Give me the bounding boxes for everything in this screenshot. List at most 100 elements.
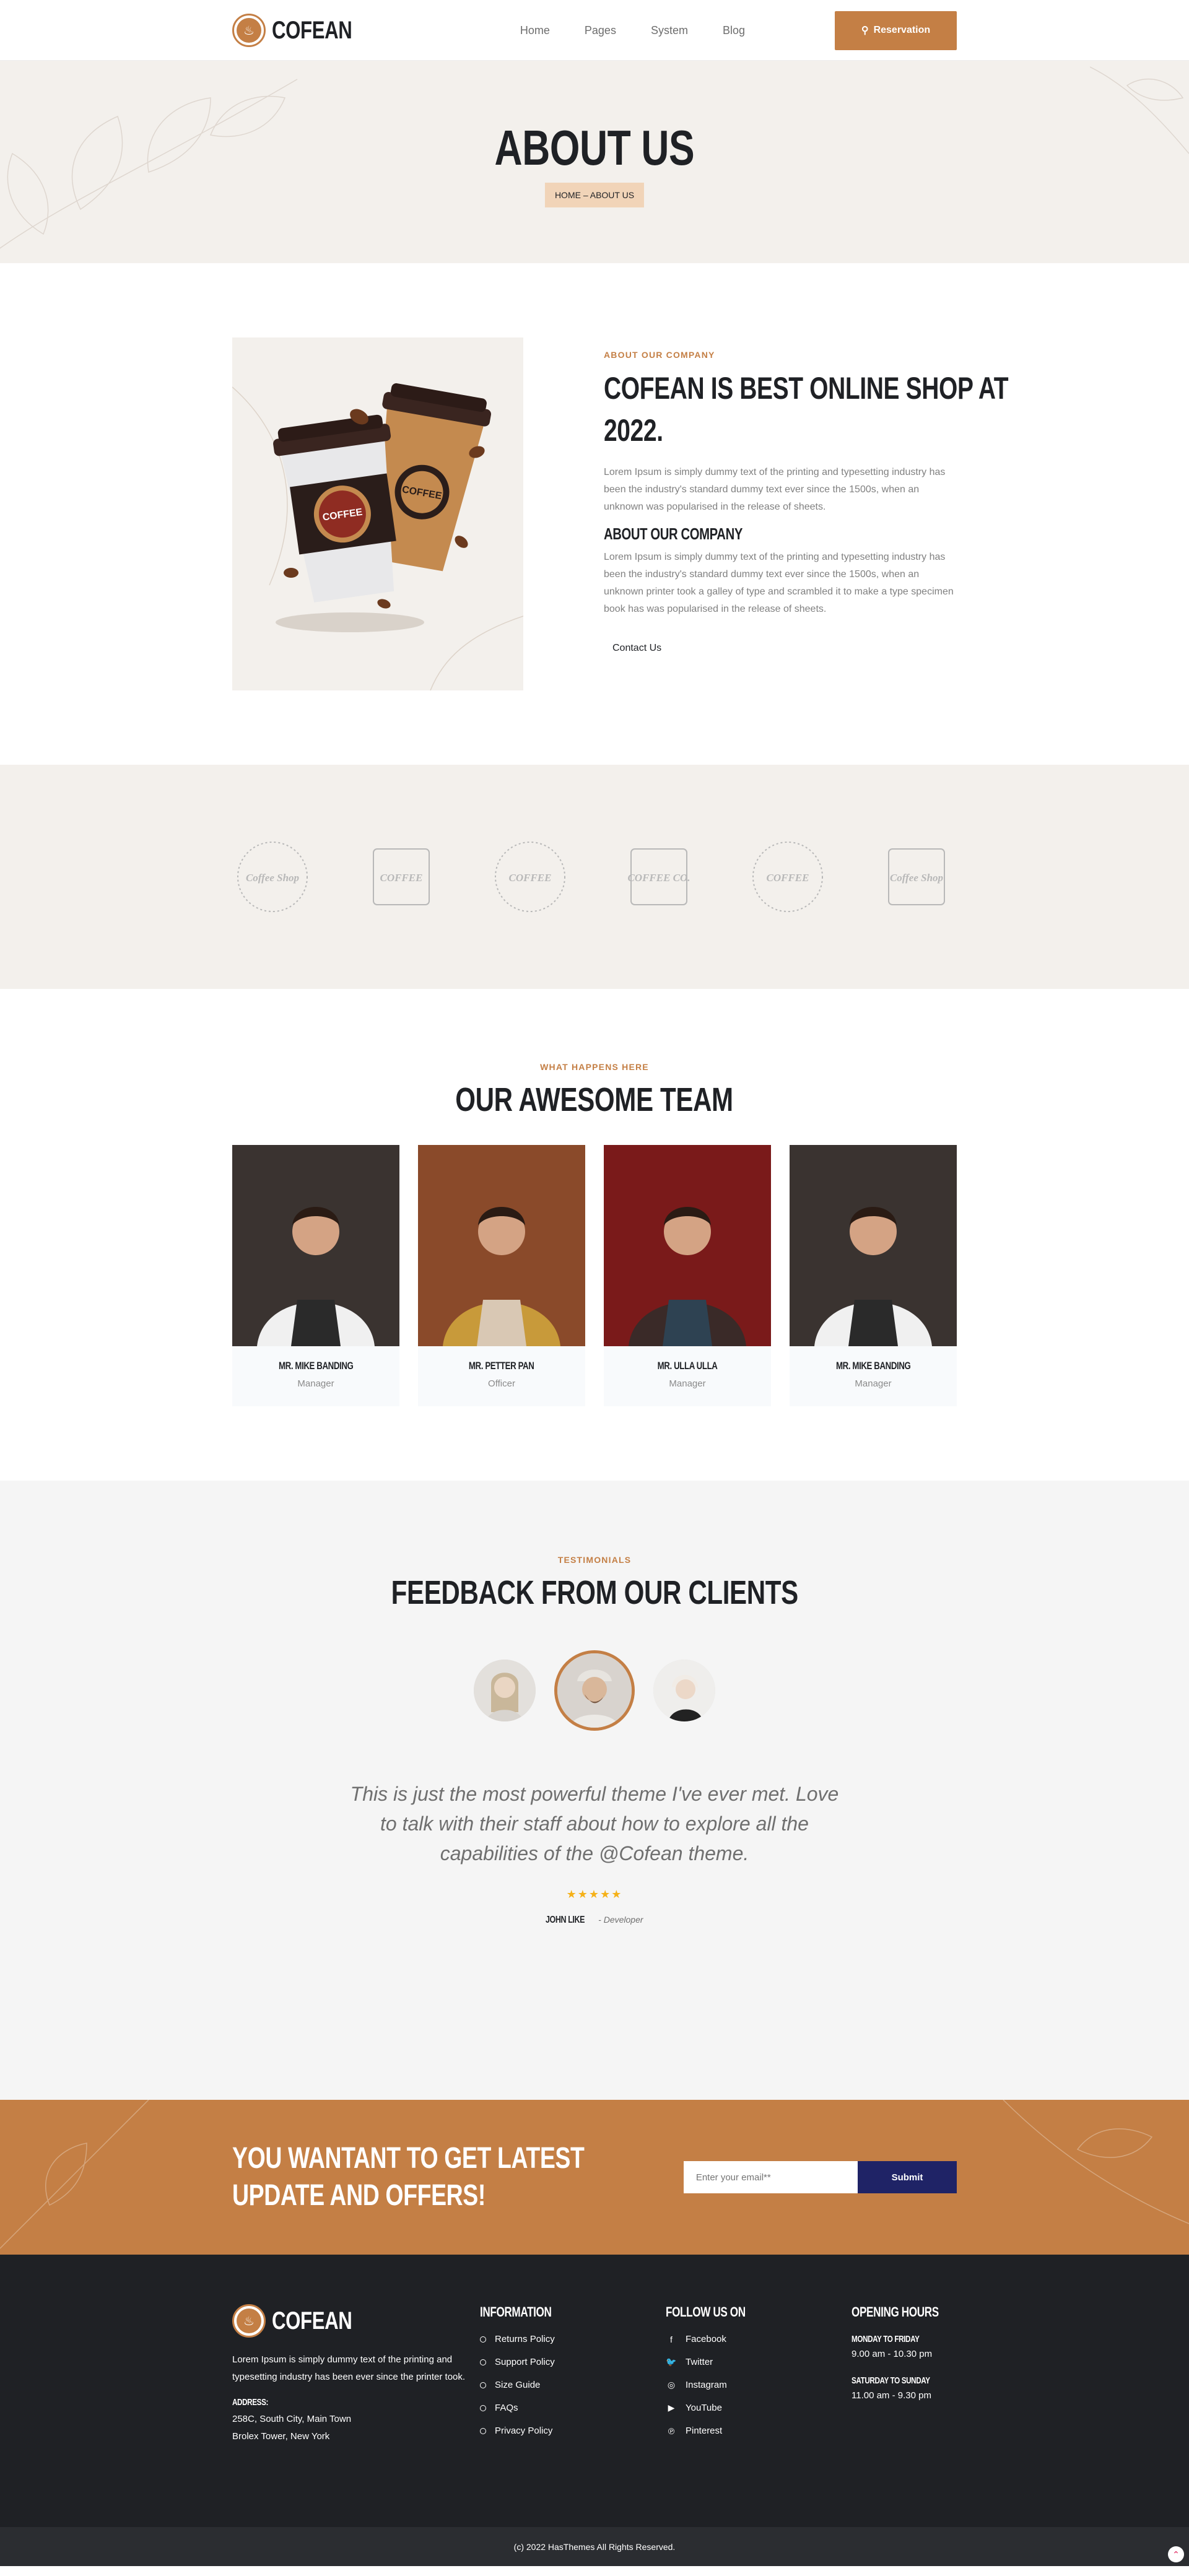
svg-text:COFFEE: COFFEE [380,872,423,884]
svg-text:Coffee Shop: Coffee Shop [246,872,299,884]
footer-logo-text: COFEAN [272,2307,352,2334]
newsletter-form: Submit [683,2161,957,2193]
team-member-photo [418,1145,585,1346]
team-section: WHAT HAPPENS HERE OUR AWESOME TEAM MR. M… [0,989,1189,1481]
testimonials-title: FEEDBACK FROM OUR CLIENTS [391,1574,798,1611]
site-footer: ♨ COFEAN Lorem Ipsum is simply dummy tex… [0,2255,1189,2527]
team-member-name: MR. MIKE BANDING [835,1360,911,1372]
coffee-cups-image: COFFEE COFFEE [232,337,523,690]
testimonial-quote: This is just the most powerful theme I'v… [350,1783,839,1865]
copyright-bar: (c) 2022 HasThemes All Rights Reserved. … [0,2527,1189,2566]
site-logo[interactable]: ♨ COFEAN [232,14,375,47]
social-link-instagram[interactable]: ◎ Instagram [666,2380,851,2390]
team-kicker: WHAT HAPPENS HERE [540,1062,649,1072]
submit-button[interactable]: Submit [858,2161,957,2193]
footer-link-privacy-policy[interactable]: Privacy Policy [480,2426,666,2436]
circle-bullet-icon [480,2359,486,2365]
svg-text:COFFEE: COFFEE [509,872,552,884]
reservation-button[interactable]: ⚲ Reservation [835,11,957,50]
footer-description: Lorem Ipsum is simply dummy text of the … [232,2354,466,2382]
nav-home[interactable]: Home [520,24,550,37]
leaf-decoration-news-right [1003,2100,1189,2224]
info-links: Returns Policy Support Policy Size Guide FA… [480,2334,666,2436]
youtube-icon: ▶ [668,2403,675,2413]
about-paragraph-1: Lorem Ipsum is simply dummy text of the … [604,467,946,512]
logo-icon: ♨ [232,2304,266,2338]
footer-link-size-guide[interactable]: Size Guide [480,2380,666,2390]
team-member-name: MR. PETTER PAN [469,1360,534,1372]
coffee-shop-logo-2[interactable]: Coffee Shop [876,837,957,917]
leaf-decoration-news-left [0,2100,149,2249]
social-link-pinterest[interactable]: ℗ Pinterest [666,2426,851,2436]
footer-link-faqs[interactable]: FAQs [480,2403,666,2413]
breadcrumb[interactable]: HOME – ABOUT US [544,183,645,207]
team-grid: MR. MIKE BANDING Manager MR. PETTER PAN Off… [232,1145,957,1406]
social-link-twitter[interactable]: 🐦 Twitter [666,2357,851,2367]
team-member-role: Manager [855,1378,892,1389]
testimonial-avatars [0,1650,1189,1731]
coffee-co-logo[interactable]: COFFEE CO. [619,837,699,917]
hours-day-weekday: MONDAY TO FRIDAY [851,2334,920,2344]
nav-pages[interactable]: Pages [585,24,616,37]
hours-day-weekend: SATURDAY TO SUNDAY [851,2375,930,2386]
svg-text:Coffee Shop: Coffee Shop [890,872,943,884]
about-paragraph-2: Lorem Ipsum is simply dummy text of the … [604,552,954,614]
circle-bullet-icon [480,2427,486,2434]
coffee-bag-logo[interactable]: COFFEE [747,837,828,917]
testimonial-author: JOHN LIKE - Developer [0,1915,1189,1926]
rating-stars: ★★★★★ [566,1888,623,1900]
newsletter-title: YOU WANTANT TO GET LATEST UPDATE AND OFF… [232,2142,585,2212]
testimonials-section: TESTIMONIALS FEEDBACK FROM OUR CLIENTS T… [0,1481,1189,2100]
contact-us-button[interactable]: Contact Us [604,643,670,654]
logo-icon: ♨ [232,14,266,47]
author-name: JOHN LIKE [546,1915,585,1925]
about-kicker: ABOUT OUR COMPANY [604,350,715,360]
coffee-company-logo[interactable]: COFFEE [490,837,570,917]
address-heading: ADDRESS: [232,2397,268,2408]
team-title: OUR AWESOME TEAM [455,1081,734,1118]
social-link-facebook[interactable]: f Facebook [666,2334,851,2344]
brand-logos: Coffee Shop COFFEE COFFEE COFFEE CO. COFFEE C… [0,765,1189,989]
team-member-role: Officer [488,1378,515,1389]
team-card[interactable]: MR. MIKE BANDING Manager [232,1145,399,1406]
avatar-man-active[interactable] [554,1650,635,1731]
coffee-shop-logo[interactable]: Coffee Shop [232,837,313,917]
site-header: ♨ COFEAN Home Pages System Blog ⚲ Reserv… [0,0,1189,61]
scroll-to-top-button[interactable]: ⌃ [1168,2546,1184,2562]
avatar-woman-short-hair[interactable] [653,1660,715,1721]
footer-link-returns-policy[interactable]: Returns Policy [480,2334,666,2344]
team-card[interactable]: MR. MIKE BANDING Manager [790,1145,957,1406]
newsletter-section: YOU WANTANT TO GET LATEST UPDATE AND OFF… [0,2100,1189,2255]
team-member-role: Manager [297,1378,334,1389]
avatar-woman-blonde[interactable] [474,1660,536,1721]
team-card[interactable]: MR. PETTER PAN Officer [418,1145,585,1406]
nav-system[interactable]: System [651,24,688,37]
nav-blog[interactable]: Blog [723,24,745,37]
circle-bullet-icon [480,2382,486,2388]
user-icon: ⚲ [861,25,869,36]
team-member-name: MR. MIKE BANDING [278,1360,354,1372]
about-title: COFEAN IS BEST ONLINE SHOP AT 2022. [604,371,1009,448]
footer-logo[interactable]: ♨ COFEAN [232,2304,480,2338]
hours-time-weekend: 11.00 am - 9.30 pm [851,2390,931,2401]
about-section: COFFEE COFFEE ABOUT OUR COMPANY COFEAN I… [0,263,1189,765]
facebook-icon: f [670,2334,673,2344]
team-member-role: Manager [669,1378,706,1389]
fresh-brewed-coffee-logo[interactable]: COFFEE [361,837,442,917]
copyright-text: (c) 2022 HasThemes All Rights Reserved. [513,2541,676,2552]
footer-link-support-policy[interactable]: Support Policy [480,2357,666,2367]
svg-text:COFFEE: COFFEE [767,872,809,884]
social-links: f Facebook 🐦 Twitter ◎ Instagram ▶ YouTube ℗ Pint… [666,2334,851,2436]
social-link-youtube[interactable]: ▶ YouTube [666,2403,851,2413]
email-input[interactable] [683,2161,858,2193]
twitter-icon: 🐦 [666,2357,677,2367]
team-card[interactable]: MR. ULLA ULLA Manager [604,1145,771,1406]
info-heading: INFORMATION [480,2304,552,2320]
circle-bullet-icon [480,2404,486,2411]
reservation-label: Reservation [873,25,931,35]
team-member-photo [604,1145,771,1346]
testimonials-kicker: TESTIMONIALS [557,1555,632,1565]
about-subheading: ABOUT OUR COMPANY [604,524,743,543]
author-role: - Developer [596,1915,643,1925]
team-member-photo [232,1145,399,1346]
